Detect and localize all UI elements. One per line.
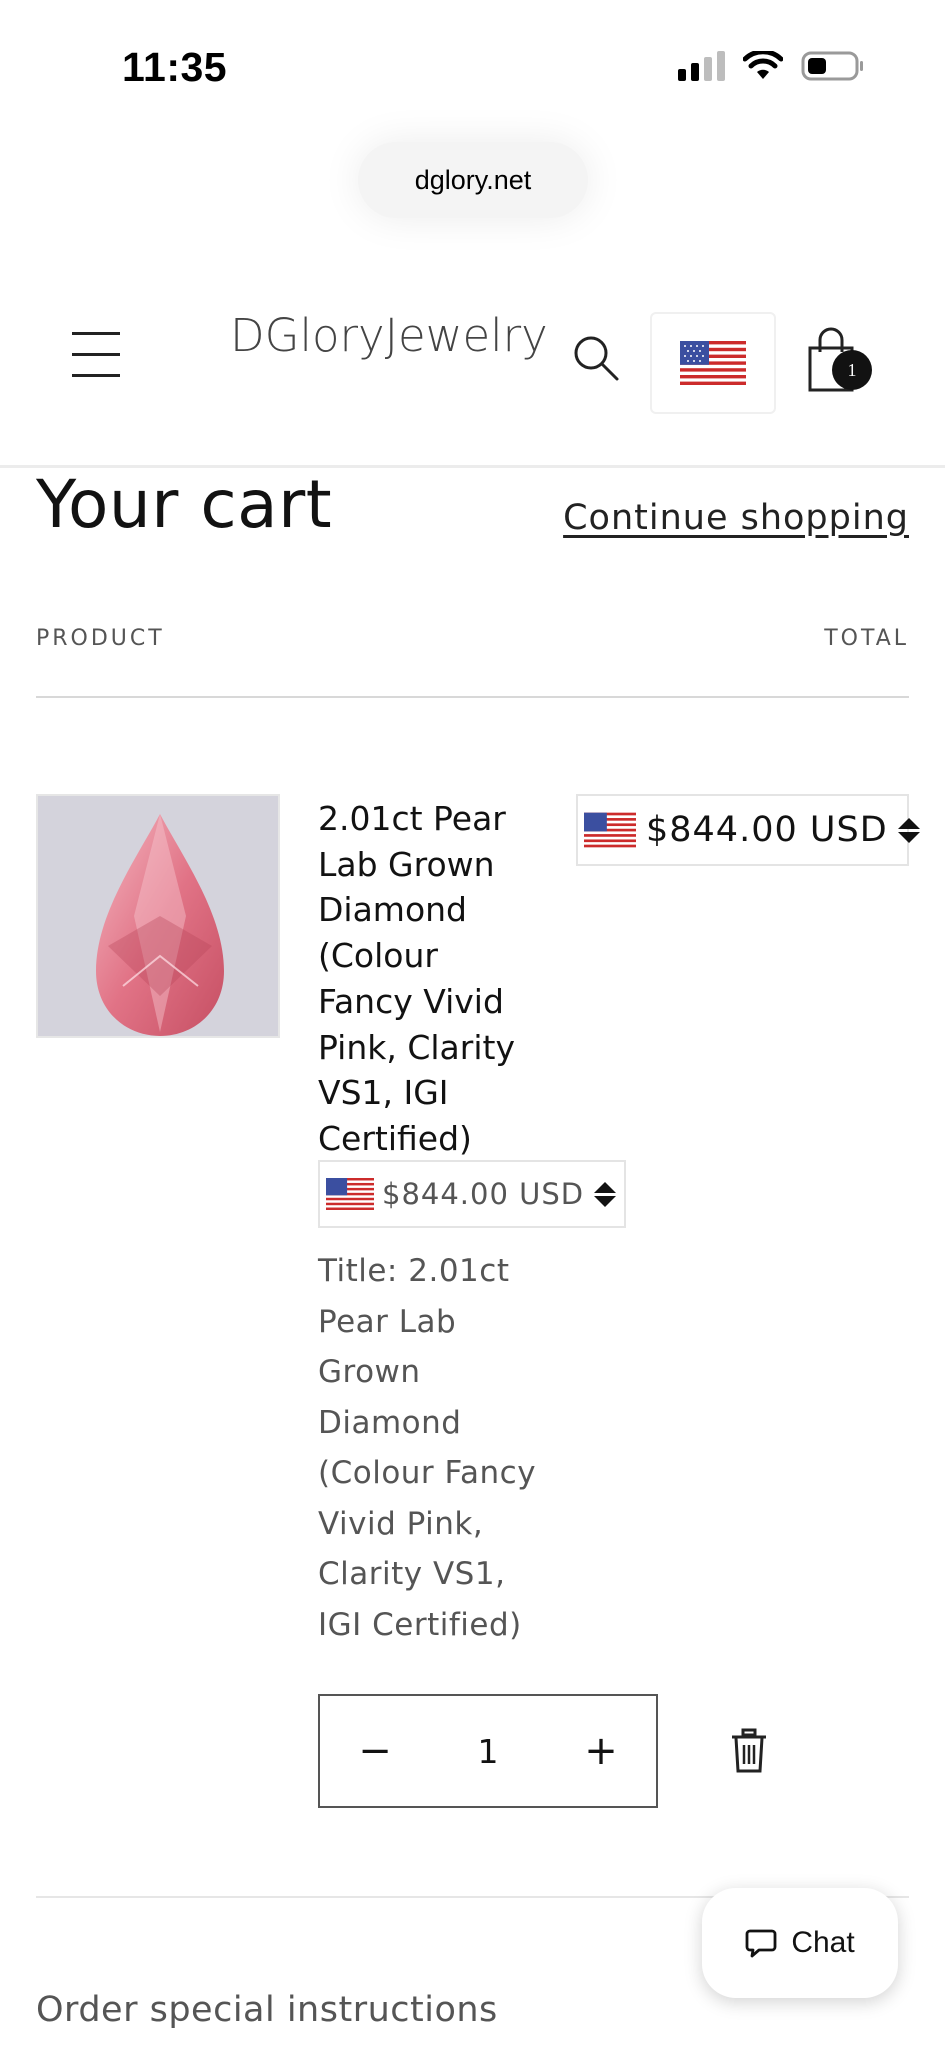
product-image[interactable]: [36, 794, 280, 1038]
trash-icon[interactable]: [730, 1728, 768, 1774]
quantity-decrease-button[interactable]: −: [320, 1696, 430, 1806]
continue-shopping-link[interactable]: Continue shopping: [563, 498, 909, 538]
line-total-amount: $844.00 USD: [646, 810, 888, 850]
quantity-input[interactable]: 1: [478, 1732, 499, 1771]
currency-toggle-icon[interactable]: [594, 1181, 617, 1207]
order-special-instructions-label[interactable]: Order special instructions: [36, 1990, 498, 2030]
chat-button[interactable]: Chat: [702, 1888, 898, 1998]
product-option: Title: 2.01ct Pear Lab Grown Diamond (Co…: [318, 1246, 548, 1650]
site-logo[interactable]: DGloryJewelry: [230, 310, 548, 362]
divider: [36, 696, 909, 698]
wifi-icon: [743, 51, 783, 79]
column-header-product: PRODUCT: [36, 626, 165, 651]
status-bar: 11:35: [0, 0, 945, 140]
us-flag-icon: [680, 341, 746, 385]
site-header: DGloryJewelry 1: [0, 290, 945, 468]
column-header-total: TOTAL: [824, 626, 909, 651]
status-time: 11:35: [122, 44, 228, 90]
cart-count-badge[interactable]: 1: [832, 350, 872, 390]
chat-label: Chat: [791, 1926, 855, 1959]
product-name[interactable]: 2.01ct Pear Lab Grown Diamond (Colour Fa…: [318, 796, 528, 1162]
us-flag-icon: [584, 812, 636, 848]
us-flag-icon: [326, 1178, 374, 1210]
menu-icon[interactable]: [72, 332, 120, 380]
chat-bubble-icon: [745, 1929, 777, 1958]
status-icons: [678, 50, 865, 82]
quantity-increase-button[interactable]: +: [546, 1696, 656, 1806]
unit-price-amount: $844.00 USD: [382, 1177, 585, 1211]
quantity-stepper[interactable]: − 1 +: [318, 1694, 658, 1808]
unit-price[interactable]: $844.00 USD: [318, 1160, 626, 1228]
line-total-price[interactable]: $844.00 USD: [576, 794, 920, 866]
option-value: 2.01ct Pear Lab Grown Diamond (Colour Fa…: [318, 1253, 537, 1643]
search-icon[interactable]: [572, 334, 620, 382]
battery-icon: [801, 51, 863, 81]
country-selector[interactable]: [650, 312, 776, 414]
url-bar[interactable]: dglory.net: [358, 142, 588, 218]
page-title: Your cart: [36, 466, 333, 543]
cellular-signal-icon: [678, 51, 725, 81]
option-label: Title:: [318, 1253, 398, 1289]
currency-toggle-icon[interactable]: [897, 817, 920, 843]
